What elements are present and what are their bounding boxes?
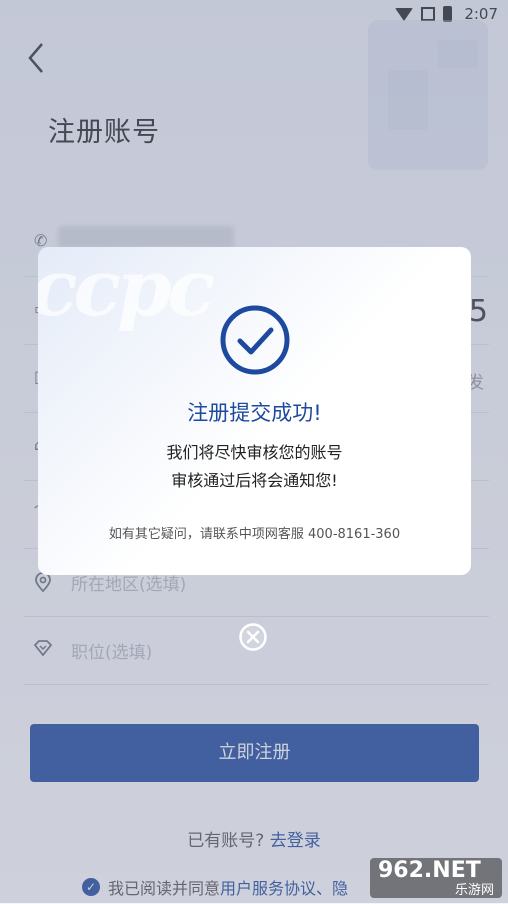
check-circle-icon (220, 305, 290, 375)
dialog-title: 注册提交成功! (187, 401, 322, 425)
site-watermark: 962.NET 乐游网 (370, 858, 502, 898)
dialog-message-line1: 我们将尽快审核您的账号 (166, 443, 343, 462)
success-dialog: ccpc 注册提交成功! 我们将尽快审核您的账号 审核通过后将会通知您! 如有其… (38, 247, 471, 575)
close-circle-icon[interactable] (238, 622, 268, 652)
watermark-sub: 乐游网 (454, 883, 494, 898)
dialog-message-line2: 审核通过后将会通知您! (171, 471, 338, 490)
dialog-contact-info: 如有其它疑问，请联系中项网客服 400-8161-360 (108, 527, 401, 542)
ccpc-logo-watermark: ccpc (38, 247, 215, 334)
